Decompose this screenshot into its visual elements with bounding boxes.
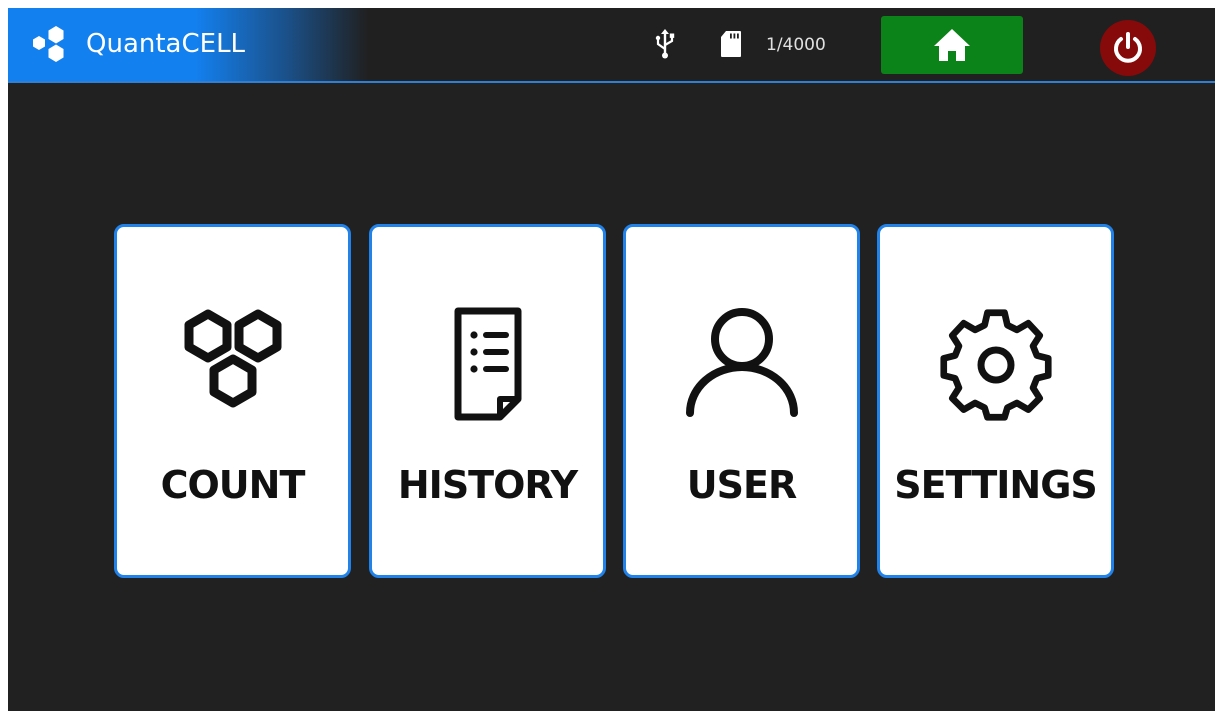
- sd-card-icon: [721, 31, 741, 57]
- top-bar: QuantaCELL 1/4000: [8, 8, 1215, 83]
- brand-name: QuantaCELL: [86, 29, 246, 59]
- hexagon-cluster-logo-icon: [33, 26, 64, 62]
- user-label: USER: [686, 463, 797, 507]
- document-list-icon: [454, 307, 521, 421]
- power-icon: [1114, 32, 1142, 63]
- settings-tile[interactable]: SETTINGS: [877, 224, 1114, 578]
- history-tile[interactable]: HISTORY: [369, 224, 606, 578]
- settings-label: SETTINGS: [894, 463, 1098, 507]
- count-label: COUNT: [160, 463, 306, 507]
- app-screen: QuantaCELL 1/4000 COUNT HISTORY USER SET…: [8, 8, 1215, 711]
- usb-icon: [655, 29, 675, 59]
- history-label: HISTORY: [397, 463, 578, 507]
- user-icon: [685, 308, 798, 417]
- count-tile[interactable]: COUNT: [114, 224, 351, 578]
- brand-area: QuantaCELL: [8, 8, 368, 81]
- record-count: 1/4000: [766, 35, 826, 55]
- home-icon: [934, 29, 970, 61]
- hexagon-cells-icon: [184, 309, 281, 408]
- home-button[interactable]: [881, 16, 1023, 74]
- power-button[interactable]: [1100, 20, 1156, 76]
- user-tile[interactable]: USER: [623, 224, 860, 578]
- gear-icon: [939, 309, 1052, 421]
